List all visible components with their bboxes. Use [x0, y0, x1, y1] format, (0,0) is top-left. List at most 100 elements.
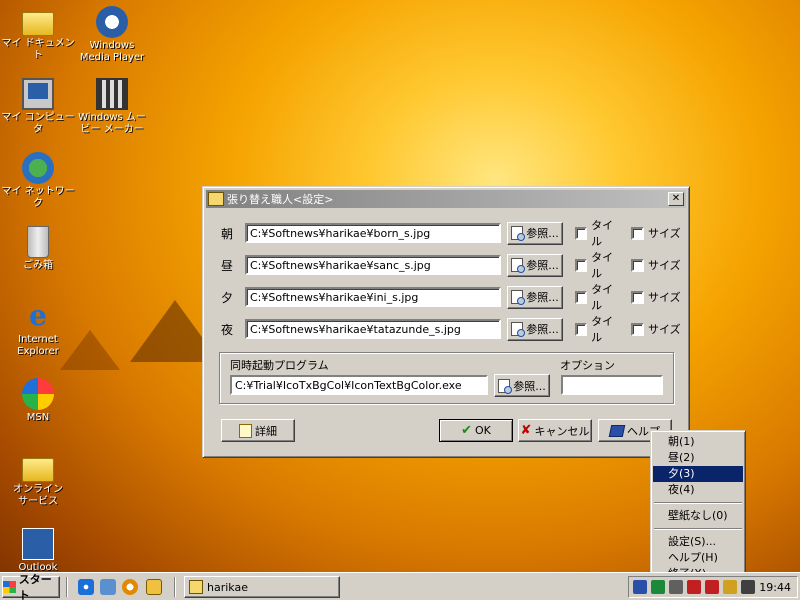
- checkbox-box[interactable]: [575, 322, 588, 336]
- noon-label: 昼: [221, 258, 234, 273]
- media-player-icon: [96, 6, 128, 38]
- tray-context-menu: 朝(1) 昼(2) 夕(3) 夜(4) 壁紙なし(0) 設定(S)... ヘルプ…: [650, 430, 746, 582]
- desktop-icon-recycle-bin[interactable]: ごみ箱: [0, 226, 76, 272]
- desktop-icon-my-computer[interactable]: マイ コンピュータ: [0, 78, 76, 136]
- checkbox-box[interactable]: [631, 290, 644, 304]
- desktop-icon-label: マイ ネットワーク: [1, 186, 75, 209]
- browse-icon: [498, 378, 513, 394]
- startup-browse-button[interactable]: 参照...: [494, 374, 550, 397]
- tray-icon[interactable]: [669, 580, 683, 594]
- tile-label: タイル: [591, 219, 614, 248]
- morning-label: 朝: [221, 226, 234, 241]
- desktop-icon-label: Windows Media Player: [79, 40, 145, 63]
- app-icon: [208, 192, 224, 206]
- menu-separator: [654, 528, 742, 530]
- cancel-button[interactable]: ✘ キャンセル: [518, 419, 592, 442]
- browse-icon: [511, 290, 526, 305]
- task-button-harikae[interactable]: harikae: [184, 576, 340, 598]
- morning-size-checkbox[interactable]: サイズ: [631, 225, 683, 241]
- checkbox-box[interactable]: [575, 226, 588, 240]
- start-button[interactable]: スタート: [2, 573, 60, 600]
- volume-tray-icon[interactable]: [723, 580, 737, 594]
- menu-item-evening[interactable]: 夕(3): [653, 466, 743, 482]
- desktop-icon-online-services[interactable]: オンライン サービス: [0, 452, 76, 508]
- dialog-title: 張り替え職人<設定>: [227, 193, 334, 206]
- ie-quicklaunch-icon[interactable]: [78, 579, 94, 595]
- menu-item-night[interactable]: 夜(4): [653, 482, 743, 498]
- msn-icon: [22, 378, 54, 410]
- harikae-tray-icon[interactable]: [633, 580, 647, 594]
- morning-browse-button[interactable]: 参照...: [507, 221, 563, 245]
- desktop-icon-outlook[interactable]: Outlook: [0, 528, 76, 574]
- outlook-quicklaunch-icon[interactable]: [100, 579, 116, 595]
- night-path-field[interactable]: C:¥Softnews¥harikae¥tatazunde_s.jpg: [245, 319, 501, 339]
- tray-icon[interactable]: [705, 580, 719, 594]
- morning-tile-checkbox[interactable]: タイル: [575, 217, 621, 249]
- browse-icon: [511, 226, 526, 241]
- checkbox-box[interactable]: [631, 258, 644, 272]
- night-tile-checkbox[interactable]: タイル: [575, 313, 621, 345]
- desktop-icon-msn[interactable]: MSN: [0, 378, 76, 424]
- checkbox-box[interactable]: [631, 322, 644, 336]
- clock[interactable]: 19:44: [759, 581, 791, 594]
- menu-item-help[interactable]: ヘルプ(H): [653, 550, 743, 566]
- folder-icon: [22, 12, 54, 36]
- evening-tile-checkbox[interactable]: タイル: [575, 281, 621, 313]
- checkbox-box[interactable]: [575, 258, 588, 272]
- menu-item-settings[interactable]: 設定(S)...: [653, 534, 743, 550]
- browse-icon: [511, 258, 526, 273]
- checkbox-box[interactable]: [631, 226, 644, 240]
- network-icon: [22, 152, 54, 184]
- start-label: スタート: [18, 573, 52, 600]
- taskbar-separator: [66, 577, 68, 597]
- menu-item-no-wallpaper[interactable]: 壁紙なし(0): [653, 508, 743, 524]
- night-size-checkbox[interactable]: サイズ: [631, 321, 683, 337]
- tray-icon[interactable]: [687, 580, 701, 594]
- taskbar-separator: [174, 577, 176, 597]
- system-tray: 19:44: [628, 576, 798, 598]
- noon-browse-button[interactable]: 参照...: [507, 253, 563, 277]
- detail-button[interactable]: 詳細: [221, 419, 295, 442]
- size-label: サイズ: [648, 227, 681, 240]
- desktop-quicklaunch-icon[interactable]: [146, 579, 162, 595]
- browse-label: 参照...: [526, 227, 559, 240]
- windows-flag-icon: [3, 581, 16, 593]
- size-label: サイズ: [648, 259, 681, 272]
- movie-maker-icon: [96, 78, 128, 110]
- media-player-quicklaunch-icon[interactable]: [122, 579, 138, 595]
- menu-item-noon[interactable]: 昼(2): [653, 450, 743, 466]
- option-field[interactable]: [561, 375, 663, 395]
- desktop-icon-my-documents[interactable]: マイ ドキュメント: [0, 6, 76, 62]
- close-button[interactable]: ✕: [668, 192, 684, 206]
- evening-path-field[interactable]: C:¥Softnews¥harikae¥ini_s.jpg: [245, 287, 501, 307]
- startup-program-path-field[interactable]: C:¥Trial¥IcoTxBgCol¥IconTextBgColor.exe: [230, 375, 488, 395]
- desktop-icon-label: オンライン サービス: [13, 484, 63, 507]
- dialog-titlebar[interactable]: 張り替え職人<設定> ✕: [206, 190, 686, 208]
- noon-path-field[interactable]: C:¥Softnews¥harikae¥sanc_s.jpg: [245, 255, 501, 275]
- desktop-icon-internet-explorer[interactable]: e Internet Explorer: [0, 300, 76, 358]
- tile-label: タイル: [591, 283, 614, 312]
- size-label: サイズ: [648, 323, 681, 336]
- network-tray-icon[interactable]: [651, 580, 665, 594]
- checkbox-box[interactable]: [575, 290, 588, 304]
- desktop-icon-label: マイ ドキュメント: [1, 38, 75, 61]
- morning-path-field[interactable]: C:¥Softnews¥harikae¥born_s.jpg: [245, 223, 501, 243]
- desktop-icon-movie-maker[interactable]: Windows ムー ビー メーカー: [74, 78, 150, 136]
- desktop-icon-media-player[interactable]: Windows Media Player: [74, 6, 150, 64]
- noon-tile-checkbox[interactable]: タイル: [575, 249, 621, 281]
- night-browse-button[interactable]: 参照...: [507, 317, 563, 341]
- tray-icon[interactable]: [741, 580, 755, 594]
- menu-item-morning[interactable]: 朝(1): [653, 434, 743, 450]
- night-row: 夜 C:¥Softnews¥harikae¥tatazunde_s.jpg 参照…: [217, 315, 683, 344]
- desktop-icon-label: Internet Explorer: [17, 334, 59, 357]
- evening-browse-button[interactable]: 参照...: [507, 285, 563, 309]
- noon-row: 昼 C:¥Softnews¥harikae¥sanc_s.jpg 参照... タ…: [217, 251, 683, 280]
- noon-size-checkbox[interactable]: サイズ: [631, 257, 683, 273]
- desktop-icon-my-network[interactable]: マイ ネットワーク: [0, 152, 76, 210]
- option-label: オプション: [560, 357, 615, 373]
- ok-button[interactable]: ✔ OK: [439, 419, 513, 442]
- cancel-label: キャンセル: [534, 424, 590, 438]
- computer-icon: [22, 78, 54, 110]
- app-icon: [189, 580, 203, 594]
- evening-size-checkbox[interactable]: サイズ: [631, 289, 683, 305]
